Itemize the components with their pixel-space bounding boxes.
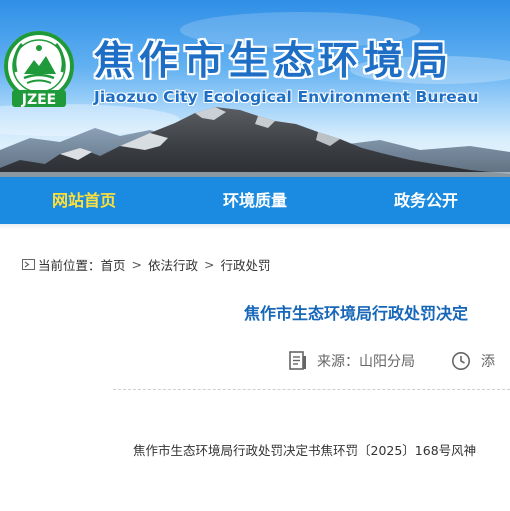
breadcrumb: 当前位置： 首页 > 依法行政 > 行政处罚 <box>22 255 271 273</box>
breadcrumb-legal-administration[interactable]: 依法行政 <box>148 255 198 274</box>
breadcrumb-prefix: 当前位置： <box>38 257 101 273</box>
main-nav: 网站首页 环境质量 政务公开 <box>0 177 510 224</box>
nav-shadow <box>0 224 510 230</box>
nav-item-home[interactable]: 网站首页 <box>52 177 116 224</box>
header-banner: JZEE 焦作市生态环境局 Jiaozuo City Ecological En… <box>0 0 510 177</box>
nav-item-environment-quality[interactable]: 环境质量 <box>223 177 287 224</box>
nav-item-government-affairs[interactable]: 政务公开 <box>394 177 458 224</box>
location-icon <box>22 258 35 270</box>
site-title: 焦作市生态环境局 <box>94 39 455 84</box>
document-icon <box>289 351 306 370</box>
breadcrumb-separator: > <box>131 256 143 272</box>
breadcrumb-home[interactable]: 首页 <box>101 255 126 274</box>
clock-icon <box>452 352 470 370</box>
divider <box>113 389 510 390</box>
logo-text: JZEE <box>21 92 57 108</box>
article-meta: 来源： 山阳分局 添 <box>289 350 495 372</box>
breadcrumb-separator: > <box>204 256 215 272</box>
source-label: 来源： <box>317 354 359 370</box>
article-title: 焦作市生态环境局行政处罚决定 <box>244 304 469 323</box>
site-subtitle: Jiaozuo City Ecological Environment Bure… <box>94 88 479 106</box>
article-body: 焦作市生态环境局行政处罚决定书焦环罚〔2025〕168号风神 <box>133 443 477 458</box>
breadcrumb-administrative-penalty[interactable]: 行政处罚 <box>221 255 271 274</box>
bureau-logo: JZEE <box>4 31 74 108</box>
source-value: 山阳分局 <box>359 354 415 370</box>
date-label: 添 <box>481 354 495 370</box>
